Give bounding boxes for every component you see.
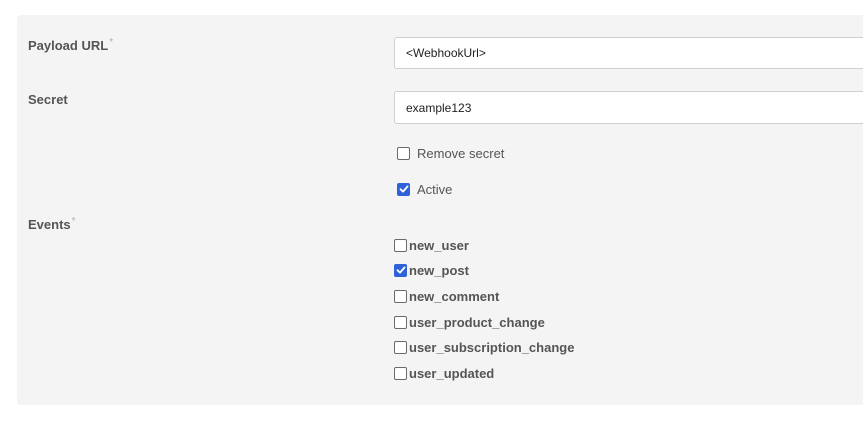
remove-secret-checkbox[interactable]	[397, 146, 410, 160]
event-user-subscription-change-checkbox[interactable]	[394, 340, 407, 354]
event-user-subscription-change-label: user_subscription_change	[409, 339, 575, 355]
secret-input[interactable]	[394, 91, 863, 124]
active-checkbox[interactable]	[397, 182, 410, 196]
checkmark-icon	[396, 266, 405, 274]
remove-secret-checkbox-row[interactable]: Remove secret	[397, 145, 504, 161]
event-new-comment-label: new_comment	[409, 288, 500, 304]
event-new-comment-checkbox[interactable]	[394, 289, 407, 303]
event-new-post-checkbox[interactable]	[394, 263, 407, 277]
remove-secret-label: Remove secret	[417, 145, 505, 161]
events-label-text: Events	[28, 217, 71, 232]
events-label: Events*	[28, 216, 76, 232]
event-user-product-change-checkbox[interactable]	[394, 315, 407, 329]
active-checkbox-row[interactable]: Active	[397, 181, 452, 197]
event-new-post-label: new_post	[409, 262, 469, 278]
secret-label: Secret	[28, 92, 68, 107]
event-user-updated-checkbox[interactable]	[394, 366, 407, 380]
event-user-updated-row[interactable]: user_updated	[394, 365, 494, 381]
checkmark-icon	[399, 185, 408, 193]
payload-url-input[interactable]	[394, 37, 863, 69]
event-new-user-checkbox[interactable]	[394, 238, 407, 252]
payload-url-label-text: Payload URL	[28, 38, 109, 53]
active-label: Active	[417, 181, 453, 197]
event-new-post-row[interactable]: new_post	[394, 262, 469, 278]
event-user-subscription-change-row[interactable]: user_subscription_change	[394, 339, 574, 355]
required-asterisk: *	[71, 216, 76, 227]
event-user-updated-label: user_updated	[409, 365, 495, 381]
event-user-product-change-row[interactable]: user_product_change	[394, 314, 545, 330]
event-new-user-row[interactable]: new_user	[394, 237, 469, 253]
payload-url-label: Payload URL*	[28, 37, 114, 53]
event-new-comment-row[interactable]: new_comment	[394, 288, 499, 304]
event-user-product-change-label: user_product_change	[409, 314, 545, 330]
required-asterisk: *	[109, 37, 114, 48]
event-new-user-label: new_user	[409, 237, 469, 253]
